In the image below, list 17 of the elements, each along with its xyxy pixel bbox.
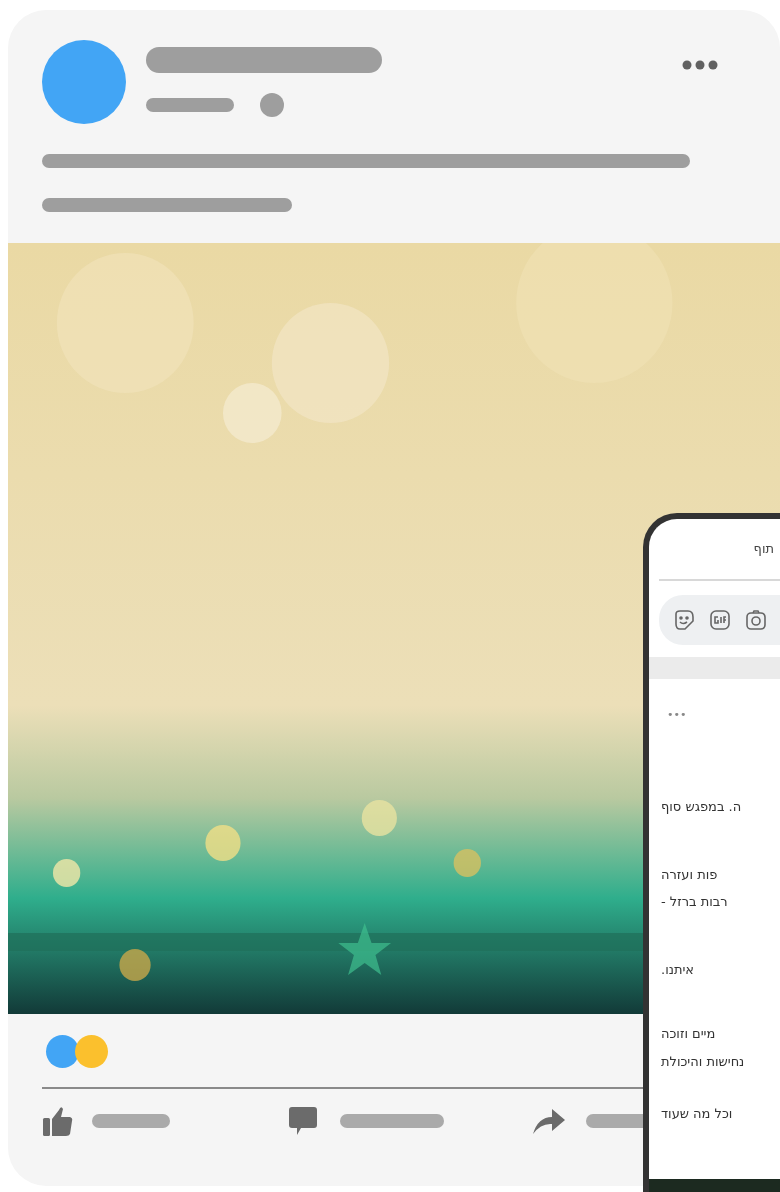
- more-icon[interactable]: [682, 60, 718, 70]
- comment-text-line: רבות ברזל -: [661, 893, 728, 911]
- gif-icon[interactable]: [709, 609, 731, 631]
- comment-icon[interactable]: [288, 1106, 318, 1136]
- sticker-icon[interactable]: [673, 609, 695, 631]
- comment-text-line: נחישות והיכולת: [661, 1052, 745, 1071]
- thumbs-up-icon[interactable]: [42, 1105, 74, 1137]
- share-icon[interactable]: [532, 1107, 566, 1135]
- privacy-placeholder: [260, 93, 284, 117]
- comment-text-line: וכל מה שעוד: [661, 1105, 733, 1123]
- more-icon[interactable]: •••: [667, 708, 687, 721]
- camera-icon[interactable]: [745, 609, 767, 631]
- comment-text-line: ה. במפגש סוף: [661, 798, 742, 816]
- comment-text-line: איתנו.: [661, 960, 695, 979]
- comment-text-line: פות ועזרה: [661, 865, 718, 884]
- screen-title: תוף: [753, 540, 774, 559]
- comment-text-line: מיים וזוכה: [661, 1025, 716, 1043]
